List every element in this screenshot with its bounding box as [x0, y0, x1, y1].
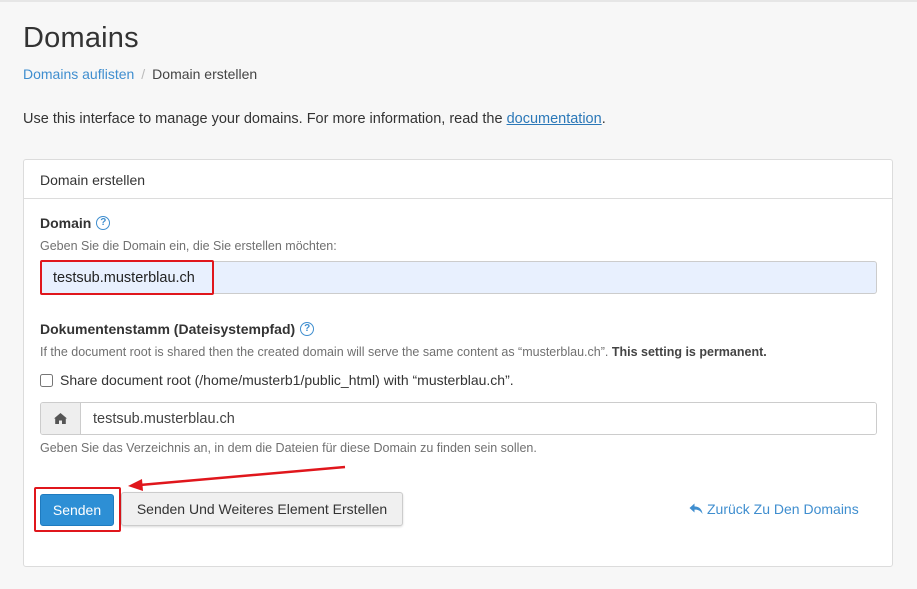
docroot-hint-bold: This setting is permanent.: [611, 345, 767, 359]
home-icon: [41, 403, 81, 434]
intro-text-body: Use this interface to manage your domain…: [23, 111, 507, 127]
share-docroot-row[interactable]: Share document root (/home/musterb1/publ…: [40, 372, 514, 388]
docroot-hint: If the document root is shared then the …: [40, 345, 767, 359]
submit-button[interactable]: Senden: [40, 494, 114, 526]
domain-input[interactable]: [40, 261, 877, 294]
panel-heading: Domain erstellen: [24, 160, 892, 199]
docroot-input-group: [40, 402, 877, 435]
documentation-link[interactable]: documentation: [507, 111, 602, 127]
domain-label: Domain ?: [40, 215, 111, 231]
question-circle-icon[interactable]: ?: [300, 322, 315, 336]
docroot-label-text: Dokumentenstamm (Dateisystempfad): [40, 321, 296, 337]
back-link-label: Zurück Zu Den Domains: [707, 501, 859, 517]
top-divider: [0, 0, 917, 2]
share-docroot-label: Share document root (/home/musterb1/publ…: [60, 372, 514, 388]
question-circle-icon[interactable]: ?: [96, 216, 111, 230]
back-to-domains-link[interactable]: Zurück Zu Den Domains: [689, 501, 859, 517]
breadcrumb-separator: /: [141, 66, 146, 82]
create-domain-panel: Domain erstellen Domain ? Geben Sie die …: [23, 159, 893, 567]
intro-text-end: .: [601, 111, 606, 127]
domain-label-text: Domain: [40, 215, 92, 231]
docroot-hint-text: If the document root is shared then the …: [40, 345, 609, 359]
docroot-label: Dokumentenstamm (Dateisystempfad) ?: [40, 321, 315, 337]
share-docroot-checkbox[interactable]: [40, 373, 53, 387]
docroot-input[interactable]: [81, 403, 876, 434]
breadcrumb-current: Domain erstellen: [152, 66, 258, 82]
intro-text: Use this interface to manage your domain…: [23, 111, 606, 127]
reply-icon: [689, 503, 703, 514]
breadcrumb-link-domains[interactable]: Domains auflisten: [23, 66, 134, 82]
submit-and-create-more-button[interactable]: Senden Und Weiteres Element Erstellen: [121, 492, 403, 526]
page-title: Domains: [23, 22, 139, 54]
breadcrumb: Domains auflisten / Domain erstellen: [23, 66, 257, 82]
domain-hint: Geben Sie die Domain ein, die Sie erstel…: [40, 239, 337, 253]
docroot-help: Geben Sie das Verzeichnis an, in dem die…: [40, 441, 537, 455]
